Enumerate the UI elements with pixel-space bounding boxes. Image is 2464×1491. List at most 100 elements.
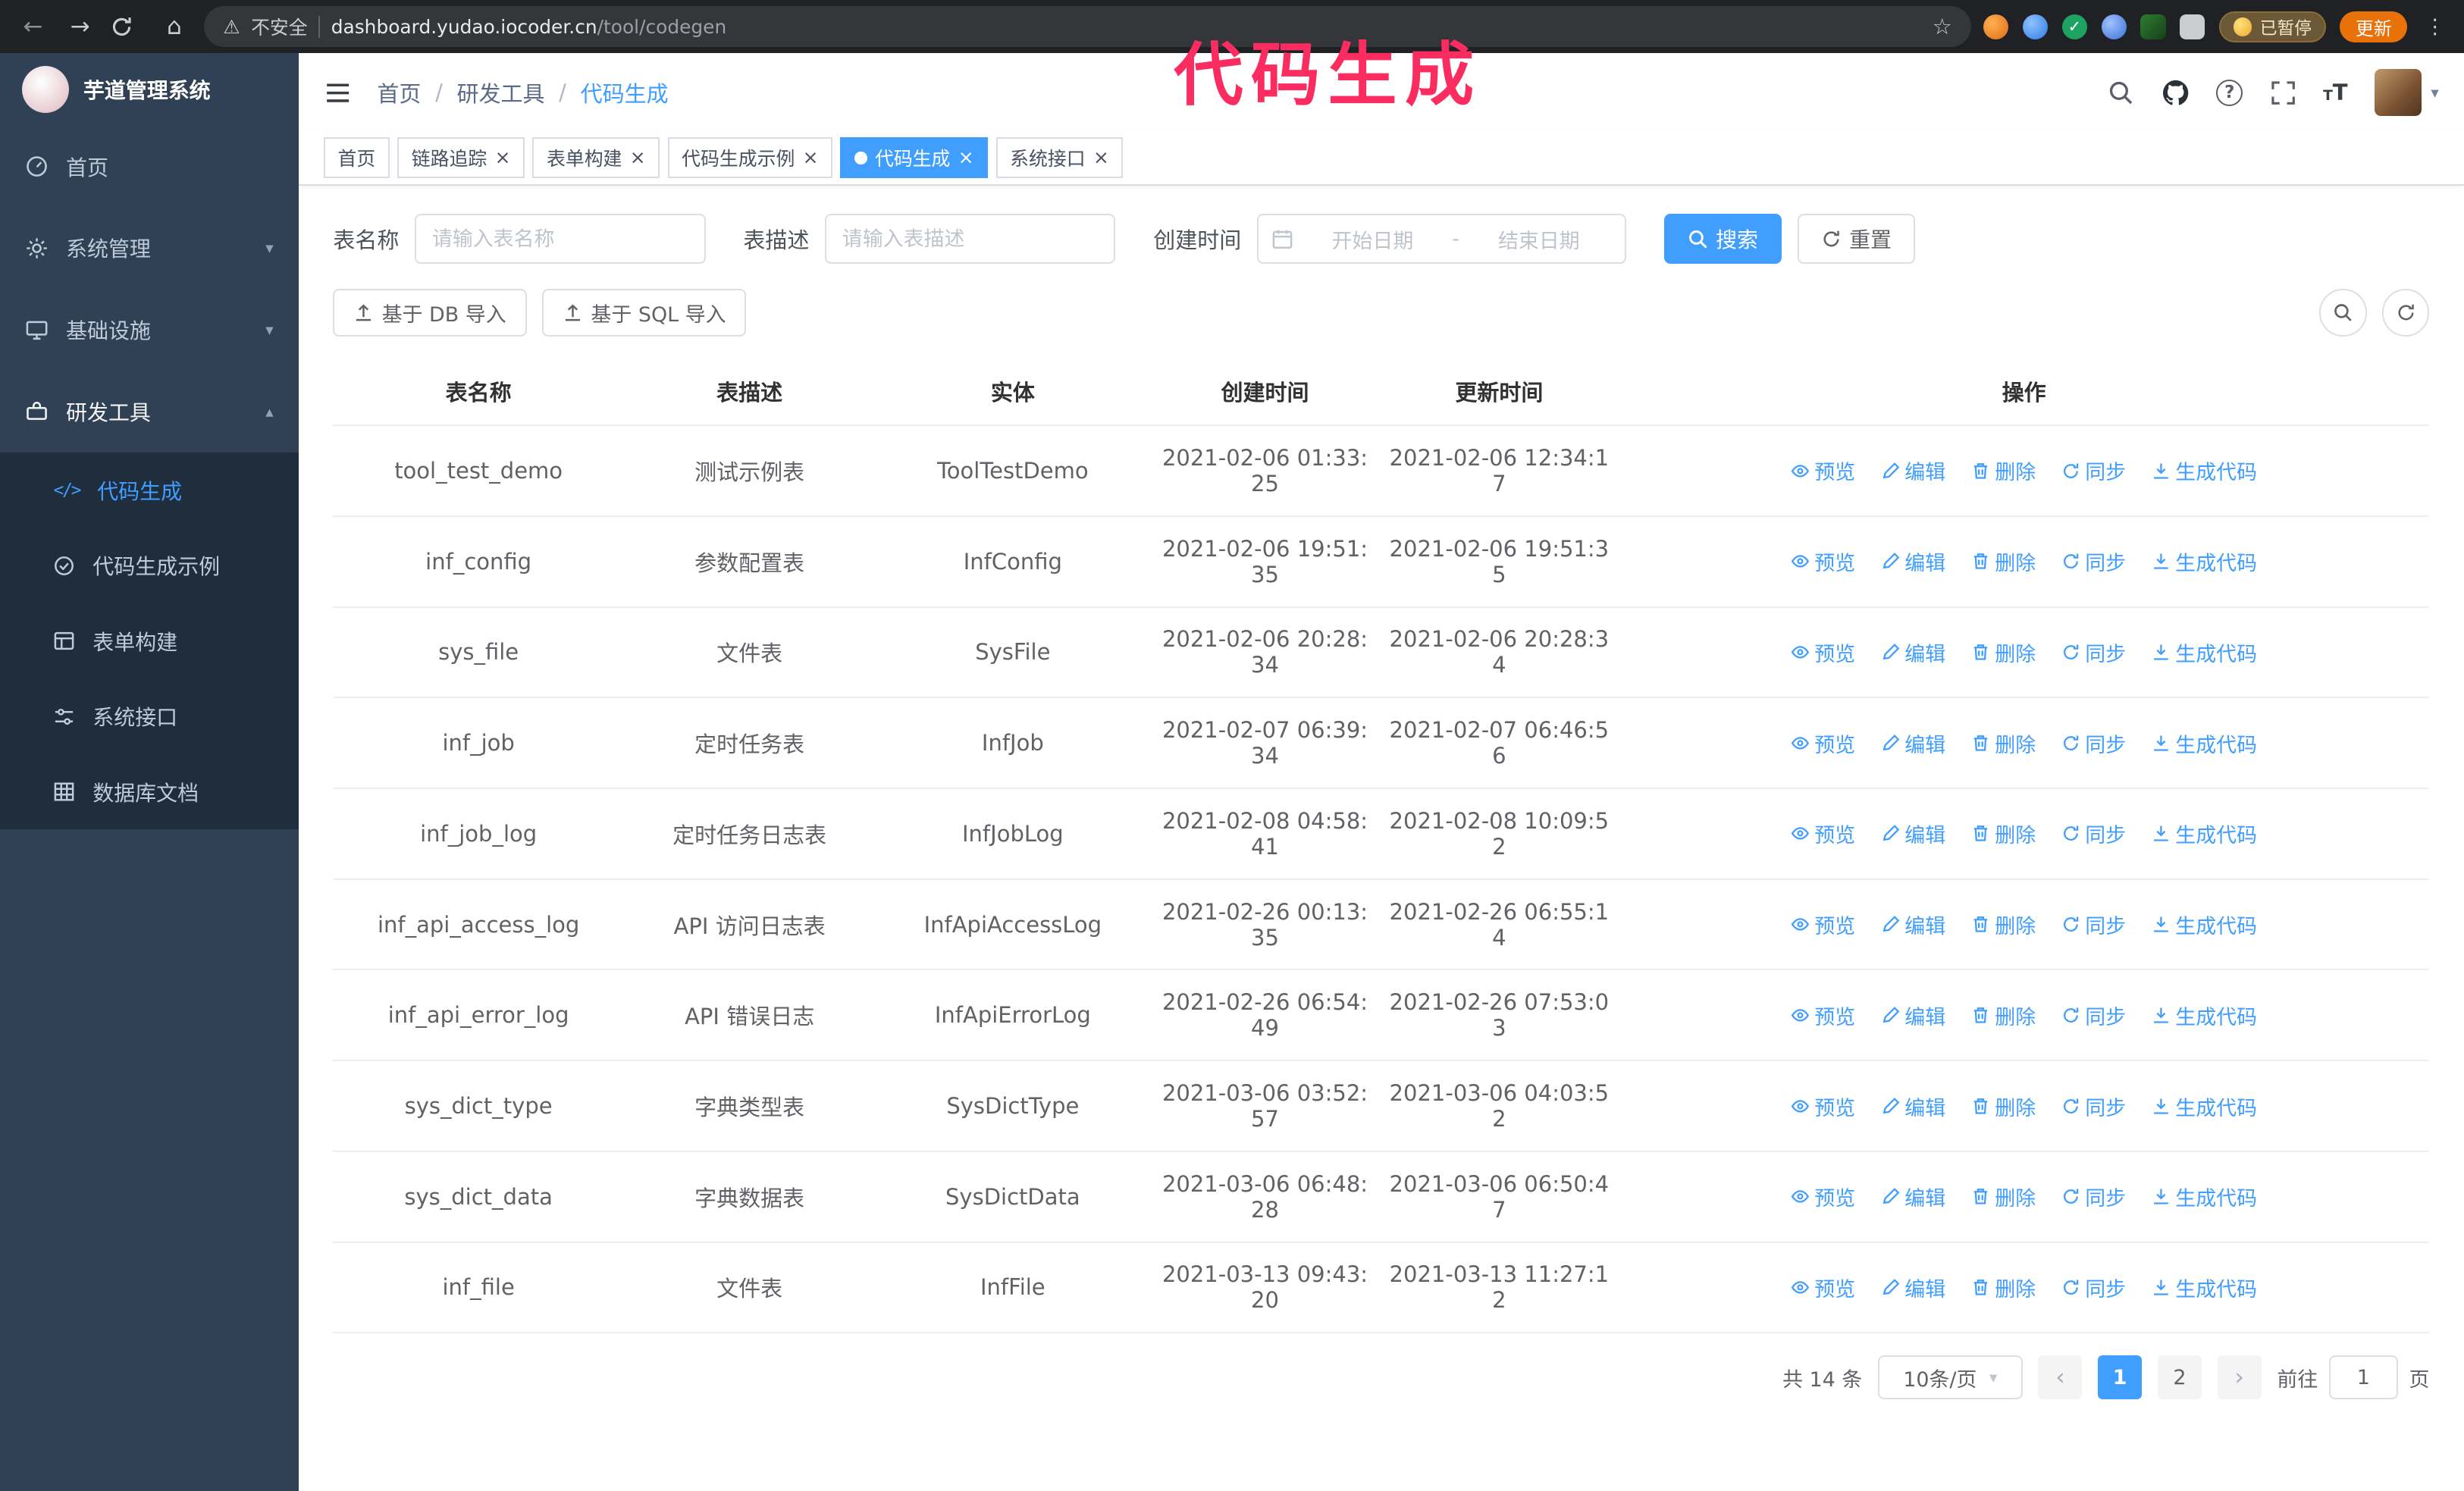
edit-link[interactable]: 编辑: [1881, 728, 1945, 758]
delete-link[interactable]: 删除: [1971, 547, 2036, 576]
preview-link[interactable]: 预览: [1791, 910, 1855, 939]
preview-link[interactable]: 预览: [1791, 728, 1855, 758]
browser-update-button[interactable]: 更新: [2340, 11, 2408, 42]
delete-link[interactable]: 删除: [1971, 1182, 2036, 1211]
sync-link[interactable]: 同步: [2061, 1001, 2126, 1030]
tab-trace[interactable]: 链路追踪 ×: [397, 137, 525, 179]
edit-link[interactable]: 编辑: [1881, 1182, 1945, 1211]
refresh-table-button[interactable]: [2382, 289, 2430, 337]
tab-form-builder[interactable]: 表单构建 ×: [532, 137, 660, 179]
reset-button[interactable]: 重置: [1797, 213, 1916, 265]
page-button-2[interactable]: 2: [2157, 1355, 2202, 1400]
sync-link[interactable]: 同步: [2061, 547, 2126, 576]
search-icon[interactable]: [2108, 80, 2134, 106]
table-name-input[interactable]: [415, 213, 706, 265]
goto-page-input[interactable]: [2328, 1355, 2398, 1400]
sidebar-item-db-docs[interactable]: 数据库文档: [0, 754, 299, 829]
delete-link[interactable]: 删除: [1971, 819, 2036, 848]
sidebar-item-codegen[interactable]: </> 代码生成: [0, 453, 299, 528]
bookmark-star-icon[interactable]: ☆: [1933, 14, 1952, 39]
preview-link[interactable]: 预览: [1791, 1001, 1855, 1030]
generate-code-link[interactable]: 生成代码: [2152, 910, 2257, 939]
toggle-search-button[interactable]: [2319, 289, 2367, 337]
preview-link[interactable]: 预览: [1791, 819, 1855, 848]
edit-link[interactable]: 编辑: [1881, 547, 1945, 576]
tab-codegen-example[interactable]: 代码生成示例 ×: [667, 137, 833, 179]
preview-link[interactable]: 预览: [1791, 637, 1855, 667]
close-icon[interactable]: ×: [803, 148, 819, 168]
edit-link[interactable]: 编辑: [1881, 637, 1945, 667]
tab-home[interactable]: 首页: [323, 137, 390, 179]
edit-link[interactable]: 编辑: [1881, 910, 1945, 939]
delete-link[interactable]: 删除: [1971, 1273, 2036, 1302]
close-icon[interactable]: ×: [630, 148, 646, 168]
generate-code-link[interactable]: 生成代码: [2152, 1092, 2257, 1121]
profile-paused-chip[interactable]: 已暂停: [2218, 11, 2326, 42]
generate-code-link[interactable]: 生成代码: [2152, 728, 2257, 758]
preview-link[interactable]: 预览: [1791, 1182, 1855, 1211]
reload-icon[interactable]: [110, 15, 145, 39]
preview-link[interactable]: 预览: [1791, 547, 1855, 576]
edit-link[interactable]: 编辑: [1881, 1092, 1945, 1121]
delete-link[interactable]: 删除: [1971, 1092, 2036, 1121]
sync-link[interactable]: 同步: [2061, 637, 2126, 667]
extension-icon[interactable]: [1983, 14, 2009, 39]
github-icon[interactable]: [2161, 79, 2190, 107]
generate-code-link[interactable]: 生成代码: [2152, 1001, 2257, 1030]
generate-code-link[interactable]: 生成代码: [2152, 1273, 2257, 1302]
table-desc-input[interactable]: [825, 213, 1116, 265]
sidebar-item-dev-tools[interactable]: 研发工具 ▴: [0, 371, 299, 453]
preview-link[interactable]: 预览: [1791, 456, 1855, 485]
import-db-button[interactable]: 基于 DB 导入: [333, 289, 527, 337]
tab-system-api[interactable]: 系统接口 ×: [995, 137, 1124, 179]
user-menu[interactable]: ▾: [2374, 69, 2439, 117]
edit-link[interactable]: 编辑: [1881, 456, 1945, 485]
delete-link[interactable]: 删除: [1971, 728, 2036, 758]
sync-link[interactable]: 同步: [2061, 910, 2126, 939]
import-sql-button[interactable]: 基于 SQL 导入: [542, 289, 747, 337]
page-button-1[interactable]: 1: [2098, 1355, 2143, 1400]
extension-icon[interactable]: ✓: [2061, 14, 2087, 39]
sidebar-item-form-builder[interactable]: 表单构建: [0, 603, 299, 678]
preview-link[interactable]: 预览: [1791, 1092, 1855, 1121]
delete-link[interactable]: 删除: [1971, 456, 2036, 485]
delete-link[interactable]: 删除: [1971, 1001, 2036, 1030]
logo-row[interactable]: 芋道管理系统: [0, 53, 299, 125]
breadcrumb-dev-tools[interactable]: 研发工具: [457, 77, 545, 108]
sync-link[interactable]: 同步: [2061, 456, 2126, 485]
home-icon[interactable]: ⌂: [157, 13, 192, 40]
page-size-select[interactable]: 10条/页 ▾: [1877, 1355, 2023, 1400]
browser-menu-icon[interactable]: ⋮: [2422, 15, 2448, 39]
sidebar-item-codegen-example[interactable]: 代码生成示例: [0, 528, 299, 603]
generate-code-link[interactable]: 生成代码: [2152, 547, 2257, 576]
preview-link[interactable]: 预览: [1791, 1273, 1855, 1302]
sync-link[interactable]: 同步: [2061, 819, 2126, 848]
fullscreen-icon[interactable]: [2270, 80, 2296, 106]
prev-page-button[interactable]: ‹: [2038, 1355, 2083, 1400]
delete-link[interactable]: 删除: [1971, 637, 2036, 667]
sidebar-item-system-api[interactable]: 系统接口: [0, 678, 299, 753]
edit-link[interactable]: 编辑: [1881, 1001, 1945, 1030]
sync-link[interactable]: 同步: [2061, 1182, 2126, 1211]
forward-icon[interactable]: →: [63, 13, 98, 40]
edit-link[interactable]: 编辑: [1881, 1273, 1945, 1302]
puzzle-extensions-icon[interactable]: [2180, 14, 2205, 39]
generate-code-link[interactable]: 生成代码: [2152, 637, 2257, 667]
generate-code-link[interactable]: 生成代码: [2152, 819, 2257, 848]
font-size-icon[interactable]: TT: [2323, 80, 2348, 105]
edit-link[interactable]: 编辑: [1881, 819, 1945, 848]
hamburger-icon[interactable]: [324, 80, 352, 105]
sync-link[interactable]: 同步: [2061, 728, 2126, 758]
date-range-picker[interactable]: 开始日期 - 结束日期: [1256, 213, 1627, 265]
breadcrumb-home[interactable]: 首页: [377, 77, 421, 108]
search-button[interactable]: 搜索: [1663, 213, 1782, 265]
help-icon[interactable]: ?: [2216, 79, 2243, 106]
generate-code-link[interactable]: 生成代码: [2152, 456, 2257, 485]
generate-code-link[interactable]: 生成代码: [2152, 1182, 2257, 1211]
extension-icon[interactable]: [2140, 14, 2166, 39]
extension-icon[interactable]: [2101, 14, 2127, 39]
sidebar-item-home[interactable]: 首页: [0, 126, 299, 208]
sync-link[interactable]: 同步: [2061, 1273, 2126, 1302]
next-page-button[interactable]: ›: [2217, 1355, 2262, 1400]
close-icon[interactable]: ×: [958, 148, 974, 168]
